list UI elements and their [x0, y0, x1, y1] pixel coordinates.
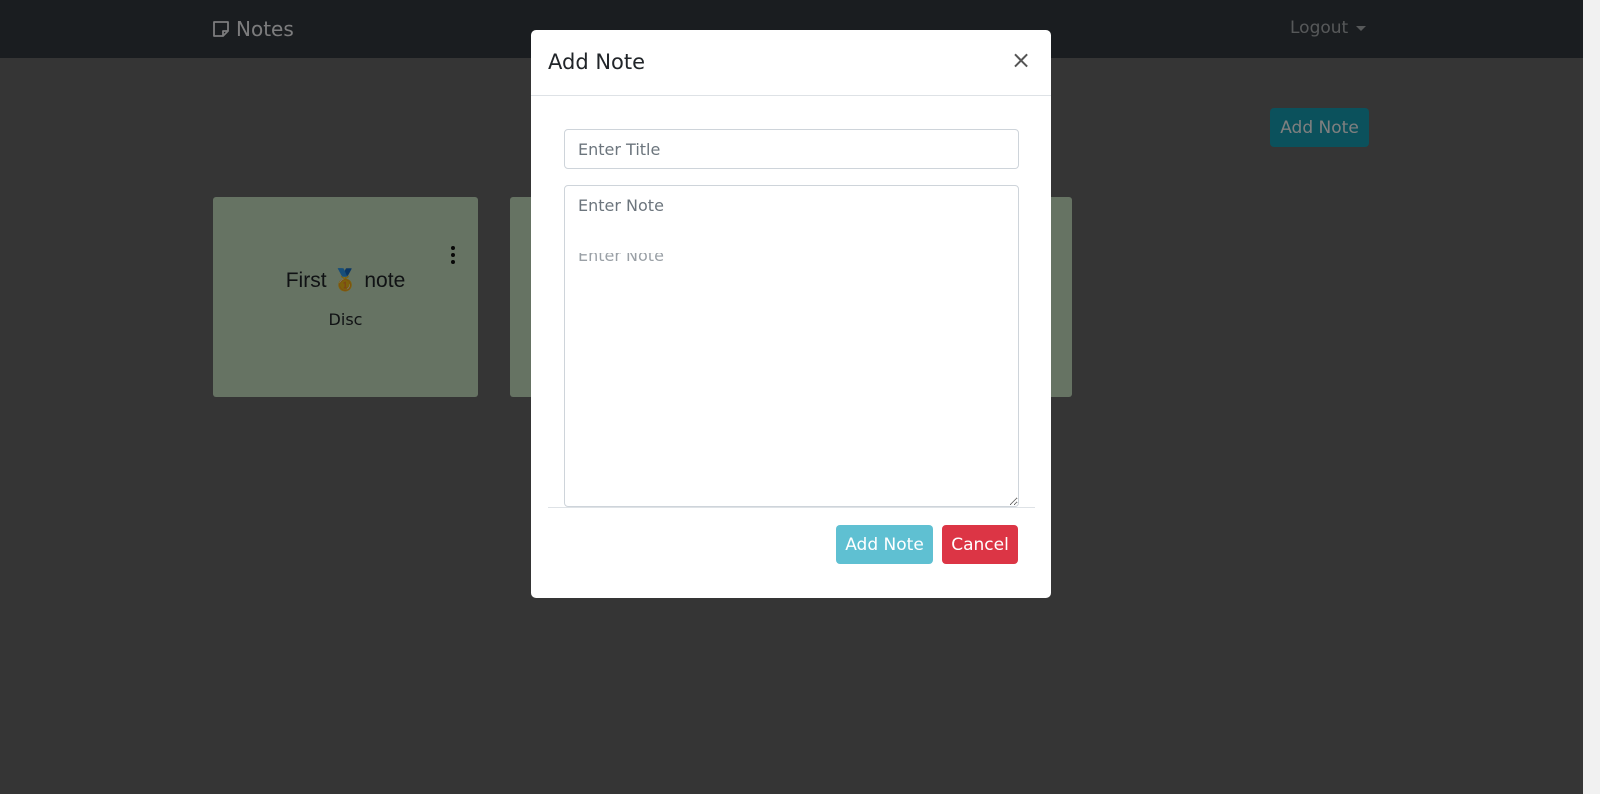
close-button[interactable]: ×: [1009, 48, 1033, 72]
title-input[interactable]: [564, 129, 1019, 169]
add-note-submit-button[interactable]: Add Note: [836, 525, 933, 564]
modal-header: Add Note ×: [531, 30, 1051, 96]
page: Notes Logout Add Note First 🥇 note Disc …: [0, 0, 1600, 794]
scrollbar[interactable]: [1583, 0, 1600, 794]
modal-footer-divider: [548, 507, 1035, 508]
ghost-text: Enter Note: [578, 253, 664, 265]
modal-title: Add Note: [548, 50, 646, 74]
cancel-button[interactable]: Cancel: [942, 525, 1018, 564]
add-note-modal: Add Note × Enter Note Add Note Cancel: [531, 30, 1051, 598]
note-textarea[interactable]: [564, 185, 1019, 507]
